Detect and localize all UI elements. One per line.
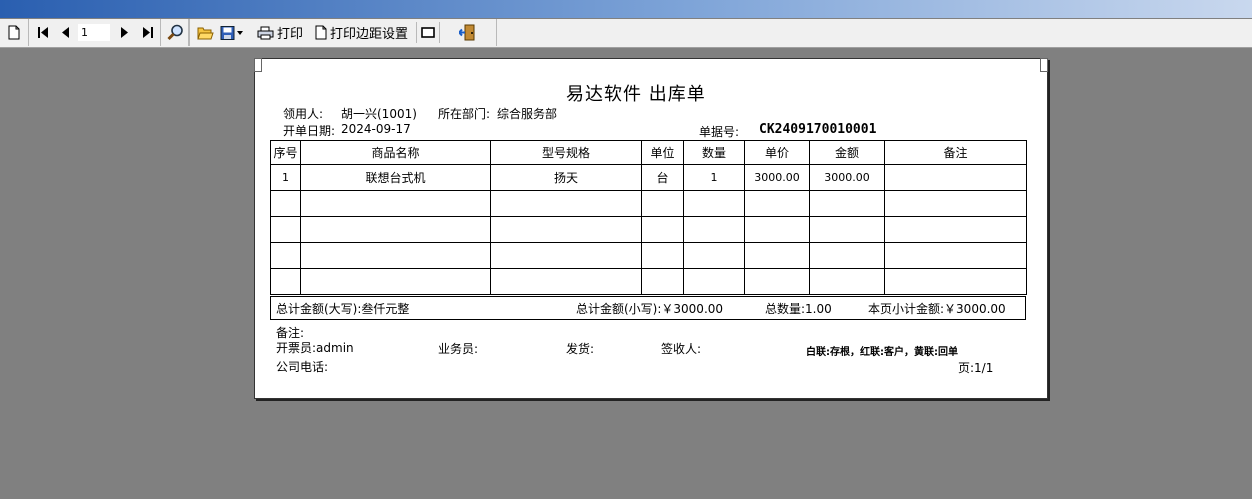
header-spec: 型号规格 <box>490 140 642 165</box>
recipient-label: 领用人: <box>283 107 324 121</box>
toolbar-group-new <box>0 19 29 46</box>
header-unit: 单位 <box>641 140 684 165</box>
date-label: 开单日期: <box>283 124 336 138</box>
total-quantity: 总数量:1.00 <box>765 302 832 316</box>
recipient-sign-label: 签收人: <box>661 342 702 356</box>
total-amount-upper: 总计金额(大写):叁仟元整 <box>276 302 410 316</box>
margin-handle-left[interactable] <box>254 58 262 72</box>
printer-icon <box>257 26 274 39</box>
shipping-label: 发货: <box>566 342 595 356</box>
print-preview-page: 易达软件 出库单 领用人: 胡一兴(1001) 所在部门: 综合服务部 开单日期… <box>254 58 1048 399</box>
page-setup-icon <box>315 25 327 40</box>
issuer-label: 开票员:admin <box>276 341 354 355</box>
date-value: 2024-09-17 <box>341 122 411 136</box>
company-phone-label: 公司电话: <box>276 360 329 374</box>
table-row-empty <box>270 190 1027 217</box>
items-table: 序号 商品名称 型号规格 单位 数量 单价 金额 备注 1 联想台式机 扬天 台… <box>270 140 1027 295</box>
recipient-value: 胡一兴(1001) <box>341 107 417 121</box>
cell-name: 联想台式机 <box>300 164 491 191</box>
first-page-button[interactable] <box>36 22 50 43</box>
page-subtotal: 本页小计金额:￥3000.00 <box>868 302 1006 316</box>
save-disk-icon <box>220 25 243 40</box>
salesman-label: 业务员: <box>438 342 479 356</box>
table-row: 1 联想台式机 扬天 台 1 3000.00 3000.00 <box>270 164 1027 191</box>
document-title: 易达软件 出库单 <box>566 84 706 105</box>
header-name: 商品名称 <box>300 140 491 165</box>
new-document-icon <box>8 25 20 40</box>
exit-door-icon <box>459 24 475 41</box>
table-row-empty <box>270 216 1027 243</box>
table-row-empty <box>270 242 1027 269</box>
preview-toolbar: 打印 打印边距设置 <box>0 19 1252 48</box>
cell-unit: 台 <box>641 164 684 191</box>
print-label: 打印 <box>277 27 304 42</box>
page-indicator: 页:1/1 <box>958 361 994 375</box>
new-page-button[interactable] <box>6 22 22 43</box>
last-page-button[interactable] <box>140 22 154 43</box>
exit-button[interactable] <box>458 22 478 43</box>
department-label: 所在部门: <box>438 107 491 121</box>
table-header-row: 序号 商品名称 型号规格 单位 数量 单价 金额 备注 <box>270 140 1027 165</box>
cell-amount: 3000.00 <box>809 164 885 191</box>
total-amount-lower: 总计金额(小写):￥3000.00 <box>576 302 724 316</box>
save-button[interactable] <box>219 22 245 43</box>
header-qty: 数量 <box>683 140 745 165</box>
header-seq: 序号 <box>270 140 301 165</box>
print-margin-button[interactable]: 打印边距设置 <box>315 22 411 43</box>
magnifier-icon <box>166 24 183 41</box>
header-price: 单价 <box>744 140 810 165</box>
next-page-button[interactable] <box>118 22 130 43</box>
first-page-icon <box>37 27 48 38</box>
department-value: 综合服务部 <box>497 107 558 121</box>
print-margin-label: 打印边距设置 <box>330 27 409 42</box>
cell-note <box>884 164 1027 191</box>
frame-toggle-button[interactable] <box>416 22 440 43</box>
prev-page-icon <box>62 27 69 38</box>
open-button[interactable] <box>196 22 214 43</box>
document-number-value: CK2409170010001 <box>759 122 877 137</box>
next-page-icon <box>121 27 128 38</box>
page-number-input[interactable] <box>78 24 110 41</box>
document-number-label: 单据号: <box>699 125 740 139</box>
margin-handle-right[interactable] <box>1040 58 1048 72</box>
copy-distribution-note: 白联:存根，红联:客户，黄联:回单 <box>806 347 958 358</box>
cell-seq: 1 <box>270 164 301 191</box>
last-page-icon <box>142 27 153 38</box>
print-button[interactable]: 打印 <box>257 22 305 43</box>
cell-price: 3000.00 <box>744 164 810 191</box>
toolbar-group-file: 打印 打印边距设置 <box>188 19 497 46</box>
frame-rectangle-icon <box>421 27 435 38</box>
cell-qty: 1 <box>683 164 745 191</box>
totals-row: 总计金额(大写):叁仟元整 总计金额(小写):￥3000.00 总数量:1.00… <box>270 296 1026 320</box>
zoom-button[interactable] <box>166 22 184 43</box>
window-title-bar <box>0 0 1252 18</box>
cell-spec: 扬天 <box>490 164 642 191</box>
prev-page-button[interactable] <box>60 22 72 43</box>
open-folder-icon <box>196 27 214 39</box>
header-amount: 金额 <box>809 140 885 165</box>
toolbar-group-zoom <box>160 19 190 46</box>
table-row-empty <box>270 268 1027 295</box>
header-note: 备注 <box>884 140 1027 165</box>
